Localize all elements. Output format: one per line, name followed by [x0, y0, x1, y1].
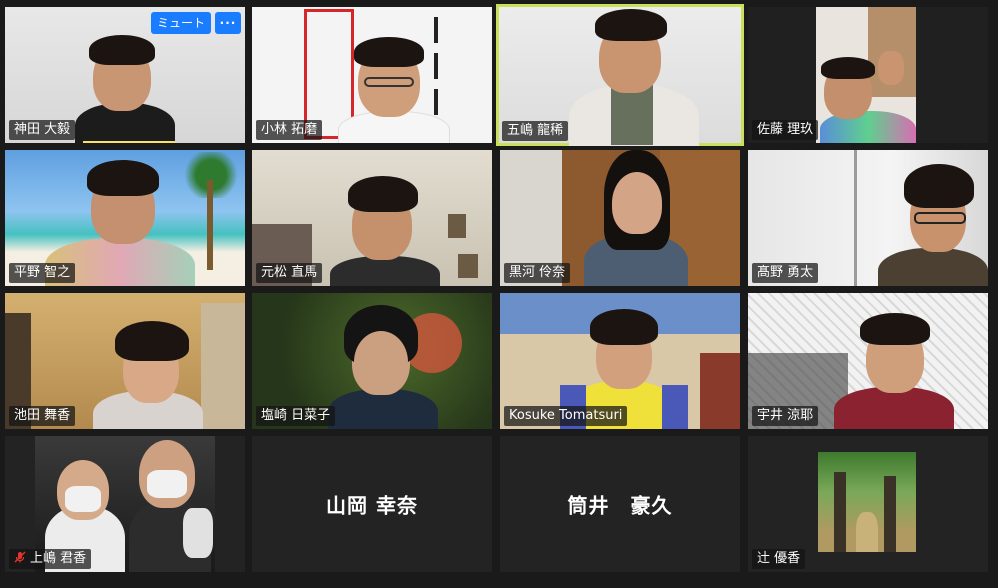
video-tile[interactable]: 佐藤 理玖 [748, 7, 988, 143]
video-tile[interactable]: 上嶋 君香 [5, 436, 245, 572]
video-tile-camera-off[interactable]: 山岡 幸奈 [252, 436, 492, 572]
participant-name: 宇井 涼耶 [752, 406, 819, 426]
video-tile[interactable]: 髙野 勇太 [748, 150, 988, 286]
video-tile[interactable]: Kosuke Tomatsuri [500, 293, 740, 429]
video-tile[interactable]: 元松 直馬 [252, 150, 492, 286]
participant-name: 髙野 勇太 [752, 263, 819, 283]
video-tile[interactable]: 池田 舞香 [5, 293, 245, 429]
participant-name: 佐藤 理玖 [752, 120, 819, 140]
participant-name: 平野 智之 [9, 263, 76, 283]
participant-name: Kosuke Tomatsuri [504, 406, 628, 426]
video-tile[interactable]: 平野 智之 [5, 150, 245, 286]
participant-name: 元松 直馬 [256, 263, 323, 283]
video-tile[interactable]: 塩崎 日菜子 [252, 293, 492, 429]
participant-name-text: 上嶋 君香 [30, 551, 87, 566]
gallery-view: ミュート ··· 神田 大毅 小林 拓磨 五嶋 龍稀 佐藤 理玖 平野 智之 元… [0, 0, 998, 588]
video-tile[interactable]: 宇井 涼耶 [748, 293, 988, 429]
video-tile[interactable]: 小林 拓磨 [252, 7, 492, 143]
participant-name: 神田 大毅 [9, 120, 76, 140]
participant-name: 筒井 豪久 [567, 493, 673, 518]
video-tile-camera-off[interactable]: 筒井 豪久 [500, 436, 740, 572]
video-tile-active-speaker[interactable]: 五嶋 龍稀 [496, 4, 744, 146]
more-options-button[interactable]: ··· [215, 12, 241, 34]
participant-name: 小林 拓磨 [256, 120, 323, 140]
profile-picture [818, 452, 916, 552]
participant-name: 辻 優香 [752, 549, 806, 569]
participant-name: 塩崎 日菜子 [256, 406, 336, 426]
video-tile[interactable]: 辻 優香 [748, 436, 988, 572]
video-tile[interactable]: ミュート ··· 神田 大毅 [5, 7, 245, 143]
participant-name: 五嶋 龍稀 [502, 121, 569, 141]
microphone-muted-icon [14, 551, 26, 563]
participant-name: 山岡 幸奈 [326, 493, 418, 518]
tile-controls: ミュート ··· [150, 12, 241, 34]
participant-name: 上嶋 君香 [9, 549, 92, 569]
participant-name: 池田 舞香 [9, 406, 76, 426]
mute-button[interactable]: ミュート [150, 12, 211, 34]
participant-name: 黒河 伶奈 [504, 263, 571, 283]
video-tile[interactable]: 黒河 伶奈 [500, 150, 740, 286]
